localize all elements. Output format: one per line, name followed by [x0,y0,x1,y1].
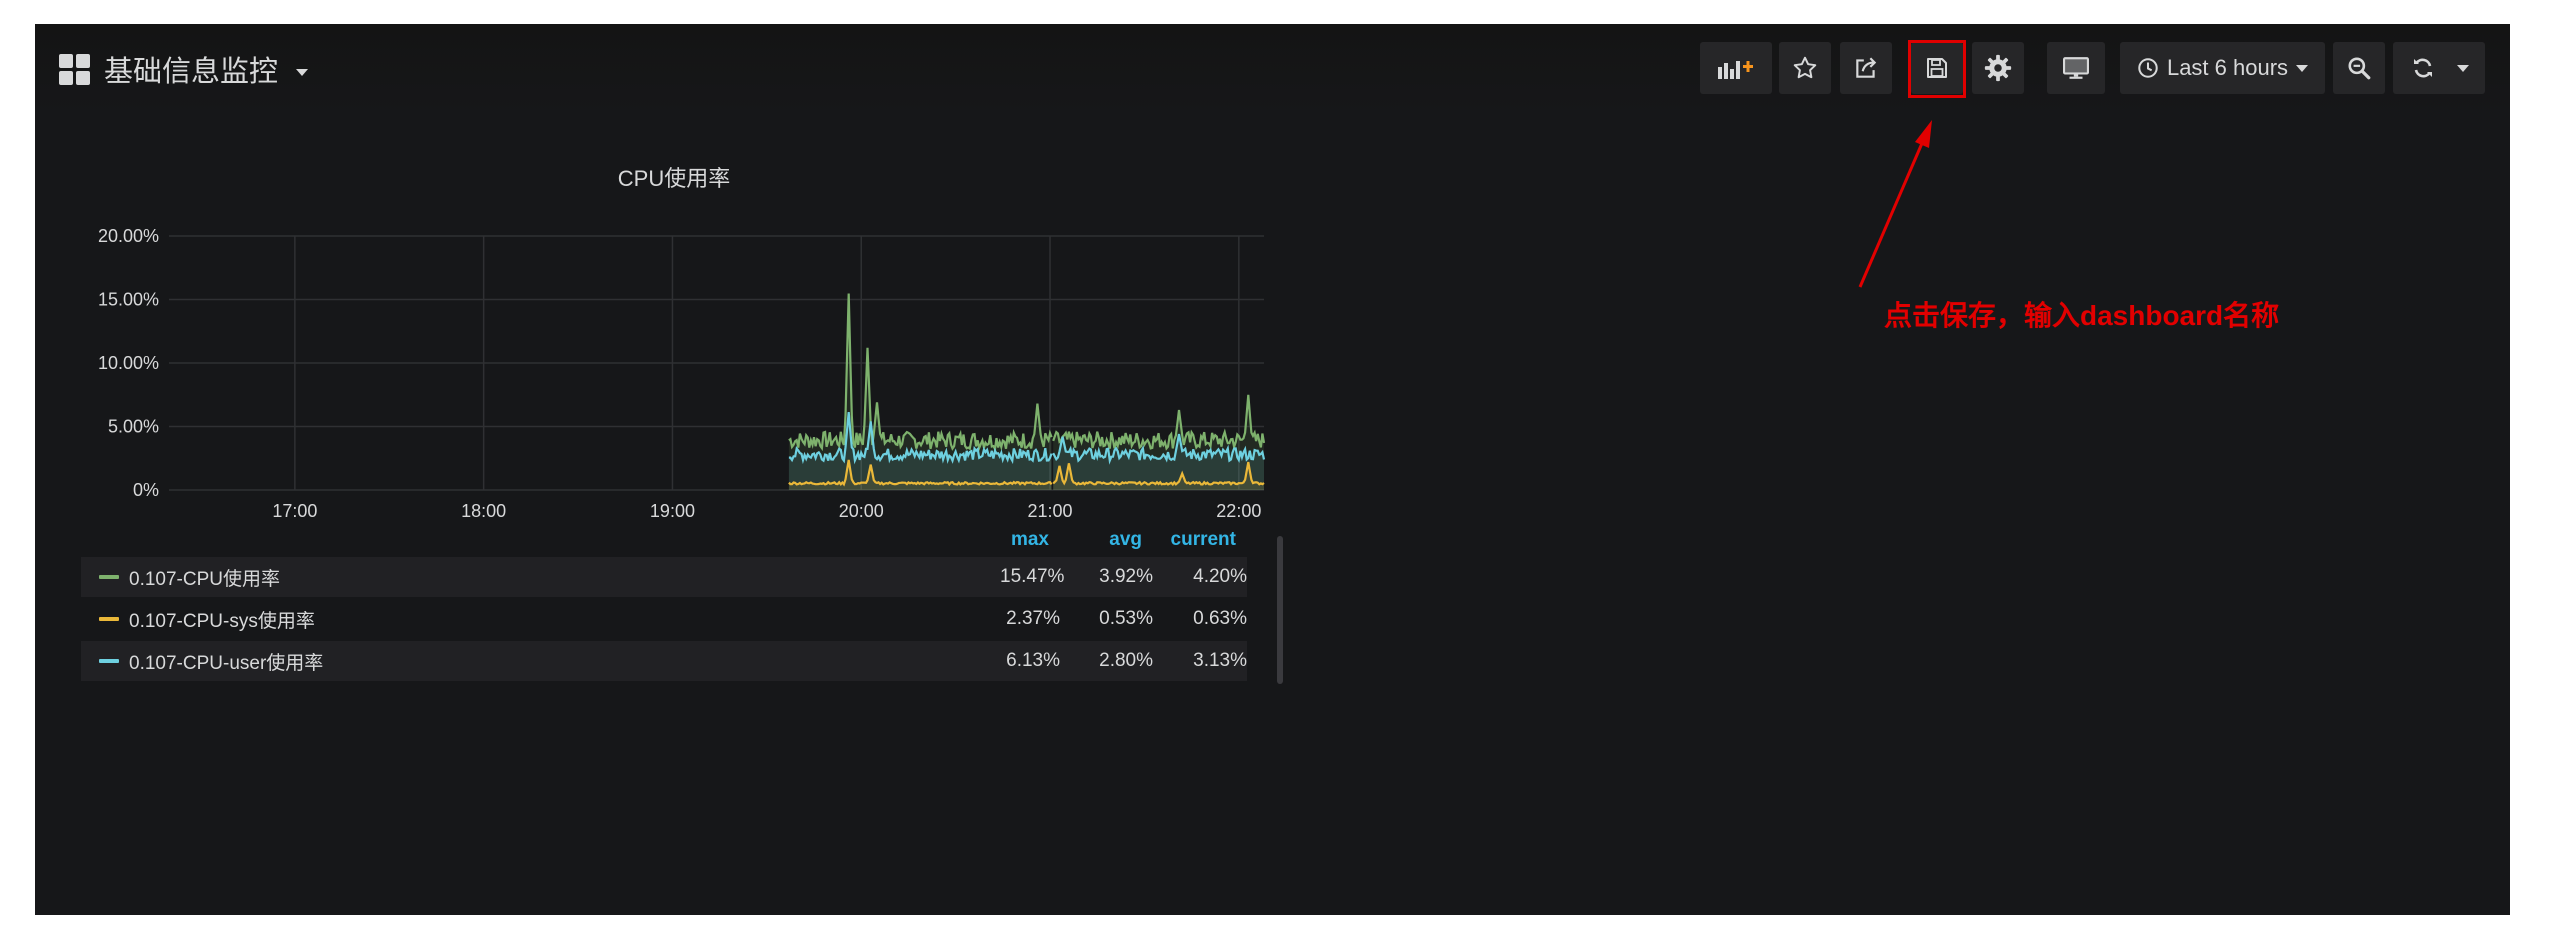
graph-panel: CPU使用率 0% 5.00% 10.00% 15.00% 20.00% 17:00 18:… [59,138,1289,698]
time-range-label: Last 6 hours [2166,55,2289,80]
legend-header-current[interactable]: current [1142,529,1236,553]
time-range-picker[interactable]: Last 6 hours [2120,42,2325,94]
legend-avg-value: 0.53% [1099,608,1153,629]
top-navbar: 基础信息监控 Last 6 hours [35,24,2510,114]
chevron-down-icon [2296,64,2309,72]
series-line [788,293,1053,453]
grid-icon [59,53,90,85]
refresh-icon [2414,58,2432,78]
y-axis-tick-label: 15.00% [98,290,159,310]
legend-scrollbar[interactable] [1277,536,1283,684]
gear-icon [1984,54,2012,82]
zoom-out-button[interactable] [2333,42,2385,94]
legend-max-value: 6.13% [1006,650,1060,671]
x-axis-tick-label: 21:00 [1028,501,1073,521]
legend-row[interactable]: 0.107-CPU使用率 15.47% 3.92% 4.20% [81,557,1247,597]
legend-avg-value: 3.92% [1099,566,1153,587]
dashboard-picker[interactable]: 基础信息监控 [59,46,309,92]
legend-row[interactable]: 0.107-CPU-sys使用率 2.37% 0.53% 0.63% [81,599,1247,639]
x-axis-tick-label: 20:00 [839,501,884,521]
chevron-down-icon [296,68,309,76]
monitor-icon [2063,57,2089,79]
star-icon [1793,56,1817,79]
save-dashboard-button[interactable] [1911,42,1963,94]
share-button[interactable] [1840,42,1892,94]
clock-icon [2138,58,2158,78]
legend-max-value: 2.37% [1006,608,1060,629]
legend-series-name: 0.107-CPU-user使用率 [129,652,324,674]
y-axis-tick-label: 5.00% [108,417,159,437]
legend-series-name: 0.107-CPU-sys使用率 [129,610,315,632]
x-axis-tick-label: 18:00 [461,501,506,521]
legend-current-value: 4.20% [1193,566,1247,587]
legend-avg-value: 2.80% [1099,650,1153,671]
legend-current-value: 0.63% [1193,608,1247,629]
star-button[interactable] [1779,42,1831,94]
annotation-text: 点击保存，输入dashboard名称 [1884,300,2280,331]
series-color-swatch[interactable] [99,659,119,663]
x-axis-tick-label: 17:00 [272,501,317,521]
legend-series-name: 0.107-CPU使用率 [129,568,280,590]
save-icon [1927,58,1947,78]
refresh-button[interactable] [2393,42,2485,94]
legend-header-max[interactable]: max [989,529,1049,553]
series-color-swatch[interactable] [99,617,119,621]
cpu-usage-graph[interactable]: 0% 5.00% 10.00% 15.00% 20.00% 17:00 18:00 19:00… [59,138,1289,523]
add-panel-icon [1718,61,1753,79]
share-icon [1856,57,1877,78]
x-axis-tick-label: 19:00 [650,501,695,521]
x-axis-tick-label: 22:00 [1216,501,1261,521]
legend-max-value: 15.47% [1000,566,1065,587]
tv-mode-button[interactable] [2047,42,2105,94]
legend-row[interactable]: 0.107-CPU-user使用率 6.13% 2.80% 3.13% [81,641,1247,681]
add-panel-button[interactable] [1700,42,1772,94]
series-color-swatch[interactable] [99,575,119,579]
y-axis-tick-label: 10.00% [98,353,159,373]
zoom-out-icon [2348,57,2371,80]
dashboard-title: 基础信息监控 [104,56,279,88]
y-axis-tick-label: 20.00% [98,226,159,246]
legend-header-avg[interactable]: avg [1049,529,1142,553]
legend-header: max avg current [989,529,1236,553]
refresh-interval-dropdown[interactable] [2457,64,2469,72]
settings-button[interactable] [1972,42,2024,94]
legend-current-value: 3.13% [1193,650,1247,671]
y-axis-tick-label: 0% [133,480,159,500]
dashboard-app: 基础信息监控 Last 6 hours CPU使用率 0% 5.00% 10.0… [35,24,2510,915]
